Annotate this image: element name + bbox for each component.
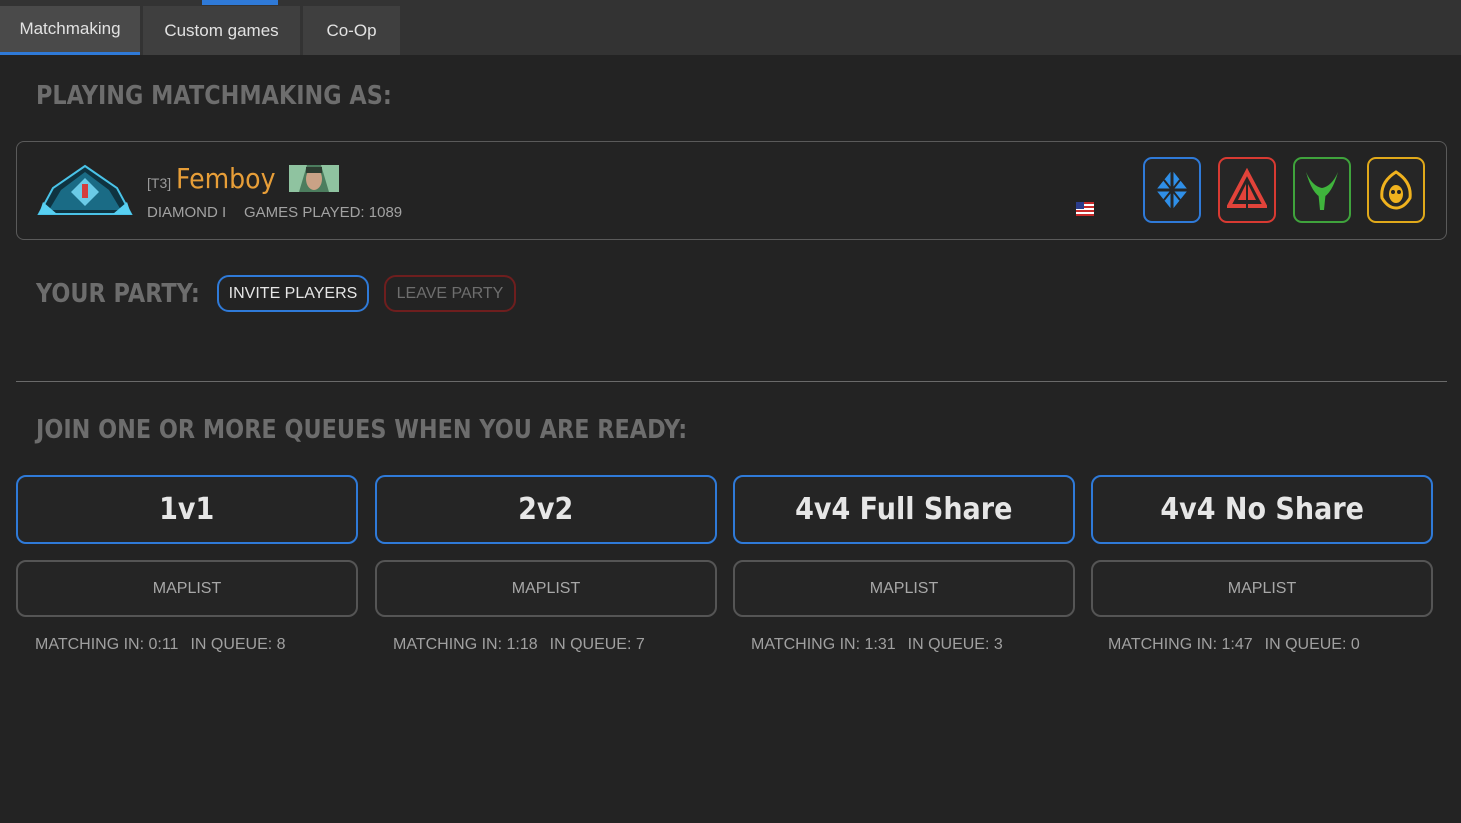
aeon-faction-button[interactable] bbox=[1293, 157, 1351, 223]
maplist-label: MAPLIST bbox=[152, 579, 222, 597]
queue-2v2-button[interactable]: 2v2 bbox=[375, 475, 717, 544]
tab-custom-games[interactable]: Custom games bbox=[143, 6, 300, 55]
seraphim-faction-icon bbox=[1380, 170, 1412, 210]
in-queue-count: IN QUEUE: 0 bbox=[1264, 636, 1360, 653]
queue-2v2-status: MATCHING IN: 1:18 IN QUEUE: 7 bbox=[393, 636, 645, 654]
tab-label: Custom games bbox=[164, 20, 279, 40]
maplist-4v4-full-share-button[interactable]: MAPLIST bbox=[733, 560, 1075, 617]
uef-faction-icon bbox=[1156, 170, 1188, 210]
queue-1v1-status: MATCHING IN: 0:11 IN QUEUE: 8 bbox=[35, 636, 286, 654]
queue-label: 1v1 bbox=[159, 492, 215, 527]
queue-label: 4v4 No Share bbox=[1160, 492, 1364, 527]
maplist-1v1-button[interactable]: MAPLIST bbox=[16, 560, 358, 617]
queue-1v1-button[interactable]: 1v1 bbox=[16, 475, 358, 544]
games-played-label: GAMES PLAYED: 1089 bbox=[244, 204, 403, 221]
seraphim-faction-button[interactable] bbox=[1367, 157, 1425, 223]
in-queue-count: IN QUEUE: 7 bbox=[549, 636, 645, 653]
queue-4v4-no-share-status: MATCHING IN: 1:47 IN QUEUE: 0 bbox=[1108, 636, 1360, 654]
maplist-label: MAPLIST bbox=[1227, 579, 1297, 597]
player-card: [T3] Femboy DIAMOND I GAMES PLAYED: 1089 bbox=[16, 141, 1447, 240]
tab-hover-indicator bbox=[202, 0, 278, 5]
tab-co-op[interactable]: Co-Op bbox=[303, 6, 400, 55]
tab-bar: Matchmaking Custom games Co-Op bbox=[0, 0, 1461, 55]
matching-time: MATCHING IN: 1:31 bbox=[751, 636, 896, 653]
maplist-2v2-button[interactable]: MAPLIST bbox=[375, 560, 717, 617]
tab-label: Matchmaking bbox=[19, 19, 121, 38]
section-divider bbox=[16, 381, 1447, 382]
invite-players-label: INVITE PLAYERS bbox=[228, 284, 358, 302]
diamond-rank-emblem-icon bbox=[37, 164, 133, 215]
uef-faction-button[interactable] bbox=[1143, 157, 1201, 223]
queue-4v4-full-share-status: MATCHING IN: 1:31 IN QUEUE: 3 bbox=[751, 636, 1003, 654]
leave-party-label: LEAVE PARTY bbox=[396, 284, 504, 302]
queue-label: 2v2 bbox=[518, 492, 574, 527]
tab-label: Co-Op bbox=[326, 20, 377, 40]
leave-party-button[interactable]: LEAVE PARTY bbox=[384, 275, 516, 312]
player-portrait-icon bbox=[289, 165, 339, 192]
queue-4v4-no-share-button[interactable]: 4v4 No Share bbox=[1091, 475, 1433, 544]
queue-4v4-full-share-button[interactable]: 4v4 Full Share bbox=[733, 475, 1075, 544]
matching-time: MATCHING IN: 0:11 bbox=[35, 636, 179, 653]
maplist-4v4-no-share-button[interactable]: MAPLIST bbox=[1091, 560, 1433, 617]
in-queue-count: IN QUEUE: 8 bbox=[190, 636, 286, 653]
player-name: Femboy bbox=[176, 162, 276, 195]
us-flag-icon bbox=[1076, 202, 1094, 216]
in-queue-count: IN QUEUE: 3 bbox=[907, 636, 1003, 653]
invite-players-button[interactable]: INVITE PLAYERS bbox=[217, 275, 369, 312]
rank-label: DIAMOND I bbox=[147, 204, 227, 221]
playing-as-heading: PLAYING MATCHMAKING AS: bbox=[36, 81, 392, 111]
maplist-label: MAPLIST bbox=[511, 579, 581, 597]
queue-label: 4v4 Full Share bbox=[795, 492, 1013, 527]
party-heading: YOUR PARTY: bbox=[36, 279, 200, 309]
clan-tag: [T3] bbox=[147, 175, 172, 191]
cybran-faction-icon bbox=[1227, 168, 1267, 208]
matching-time: MATCHING IN: 1:18 bbox=[393, 636, 538, 653]
aeon-faction-icon bbox=[1306, 172, 1338, 210]
cybran-faction-button[interactable] bbox=[1218, 157, 1276, 223]
queues-heading: JOIN ONE OR MORE QUEUES WHEN YOU ARE REA… bbox=[36, 415, 688, 445]
maplist-label: MAPLIST bbox=[869, 579, 939, 597]
tab-matchmaking[interactable]: Matchmaking bbox=[0, 6, 140, 55]
matching-time: MATCHING IN: 1:47 bbox=[1108, 636, 1253, 653]
